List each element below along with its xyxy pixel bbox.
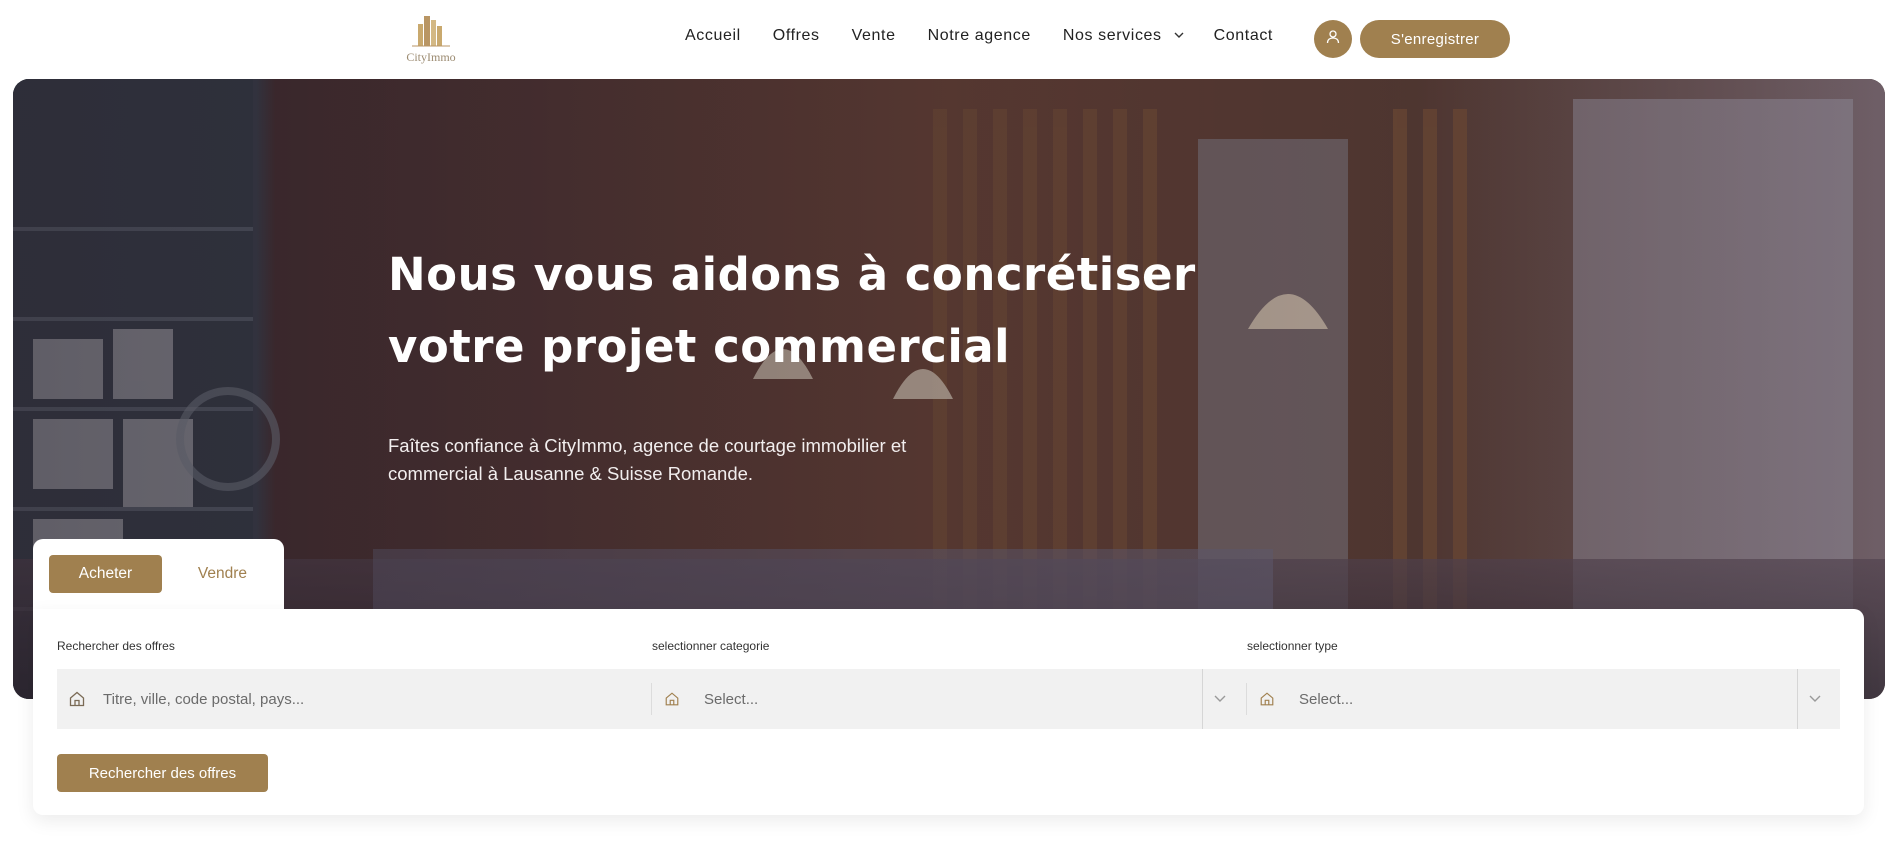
tab-vendre[interactable]: Vendre xyxy=(175,555,270,593)
category-label: selectionner categorie xyxy=(652,639,770,653)
nav-label: Nos services xyxy=(1062,27,1162,44)
chevron-down-icon xyxy=(1174,30,1184,42)
register-button[interactable]: S'enregistrer xyxy=(1360,20,1510,58)
search-input-placeholder: Titre, ville, code postal, pays... xyxy=(103,690,305,708)
nav-label: Offres xyxy=(772,27,820,44)
user-icon xyxy=(1325,29,1341,50)
hero-subtitle: Faîtes confiance à CityImmo, agence de c… xyxy=(388,435,907,484)
type-label: selectionner type xyxy=(1247,639,1338,653)
search-fields-row: Titre, ville, code postal, pays... Selec… xyxy=(57,669,1840,729)
tab-acheter[interactable]: Acheter xyxy=(49,555,162,593)
nav-item-contact[interactable]: Contact xyxy=(1214,27,1273,45)
nav-label: Notre agence xyxy=(927,27,1031,44)
hero-banner: Nous vous aidons à concrétiser votre pro… xyxy=(13,79,1885,699)
category-dropdown-toggle[interactable] xyxy=(1202,669,1236,729)
nav-item-offres[interactable]: Offres xyxy=(773,27,820,45)
user-account-button[interactable] xyxy=(1314,20,1352,58)
nav-item-vente[interactable]: Vente xyxy=(852,27,896,45)
nav-item-nos-services[interactable]: Nos services xyxy=(1063,27,1184,45)
search-offers-label: Rechercher des offres xyxy=(57,639,175,653)
search-panel: Rechercher des offres selectionner categ… xyxy=(33,609,1864,815)
chevron-down-icon xyxy=(1214,690,1226,708)
home-icon xyxy=(662,691,682,707)
main-nav: Accueil Offres Vente Notre agence Nos se… xyxy=(685,27,1305,45)
site-header: CityImmo Accueil Offres Vente Notre agen… xyxy=(0,0,1900,78)
category-select-value: Select... xyxy=(704,690,759,708)
cityimmo-logo[interactable]: CityImmo xyxy=(396,8,466,68)
type-select-value: Select... xyxy=(1299,690,1354,708)
type-dropdown-toggle[interactable] xyxy=(1797,669,1831,729)
category-select[interactable]: Select... xyxy=(652,669,1246,729)
type-select[interactable]: Select... xyxy=(1247,669,1840,729)
nav-label: Accueil xyxy=(685,27,741,44)
nav-item-notre-agence[interactable]: Notre agence xyxy=(928,27,1031,45)
hero-title: Nous vous aidons à concrétiser votre pro… xyxy=(388,248,1196,373)
chevron-down-icon xyxy=(1809,690,1821,708)
search-input[interactable]: Titre, ville, code postal, pays... xyxy=(57,669,651,729)
home-icon xyxy=(1257,691,1277,707)
nav-item-accueil[interactable]: Accueil xyxy=(685,27,741,45)
home-icon xyxy=(67,690,87,708)
hero-overlay xyxy=(13,79,1885,699)
search-tabs: Acheter Vendre xyxy=(33,539,284,619)
search-offers-button[interactable]: Rechercher des offres xyxy=(57,754,268,792)
nav-label: Contact xyxy=(1213,27,1273,44)
svg-text:CityImmo: CityImmo xyxy=(406,50,455,64)
nav-label: Vente xyxy=(851,27,896,44)
